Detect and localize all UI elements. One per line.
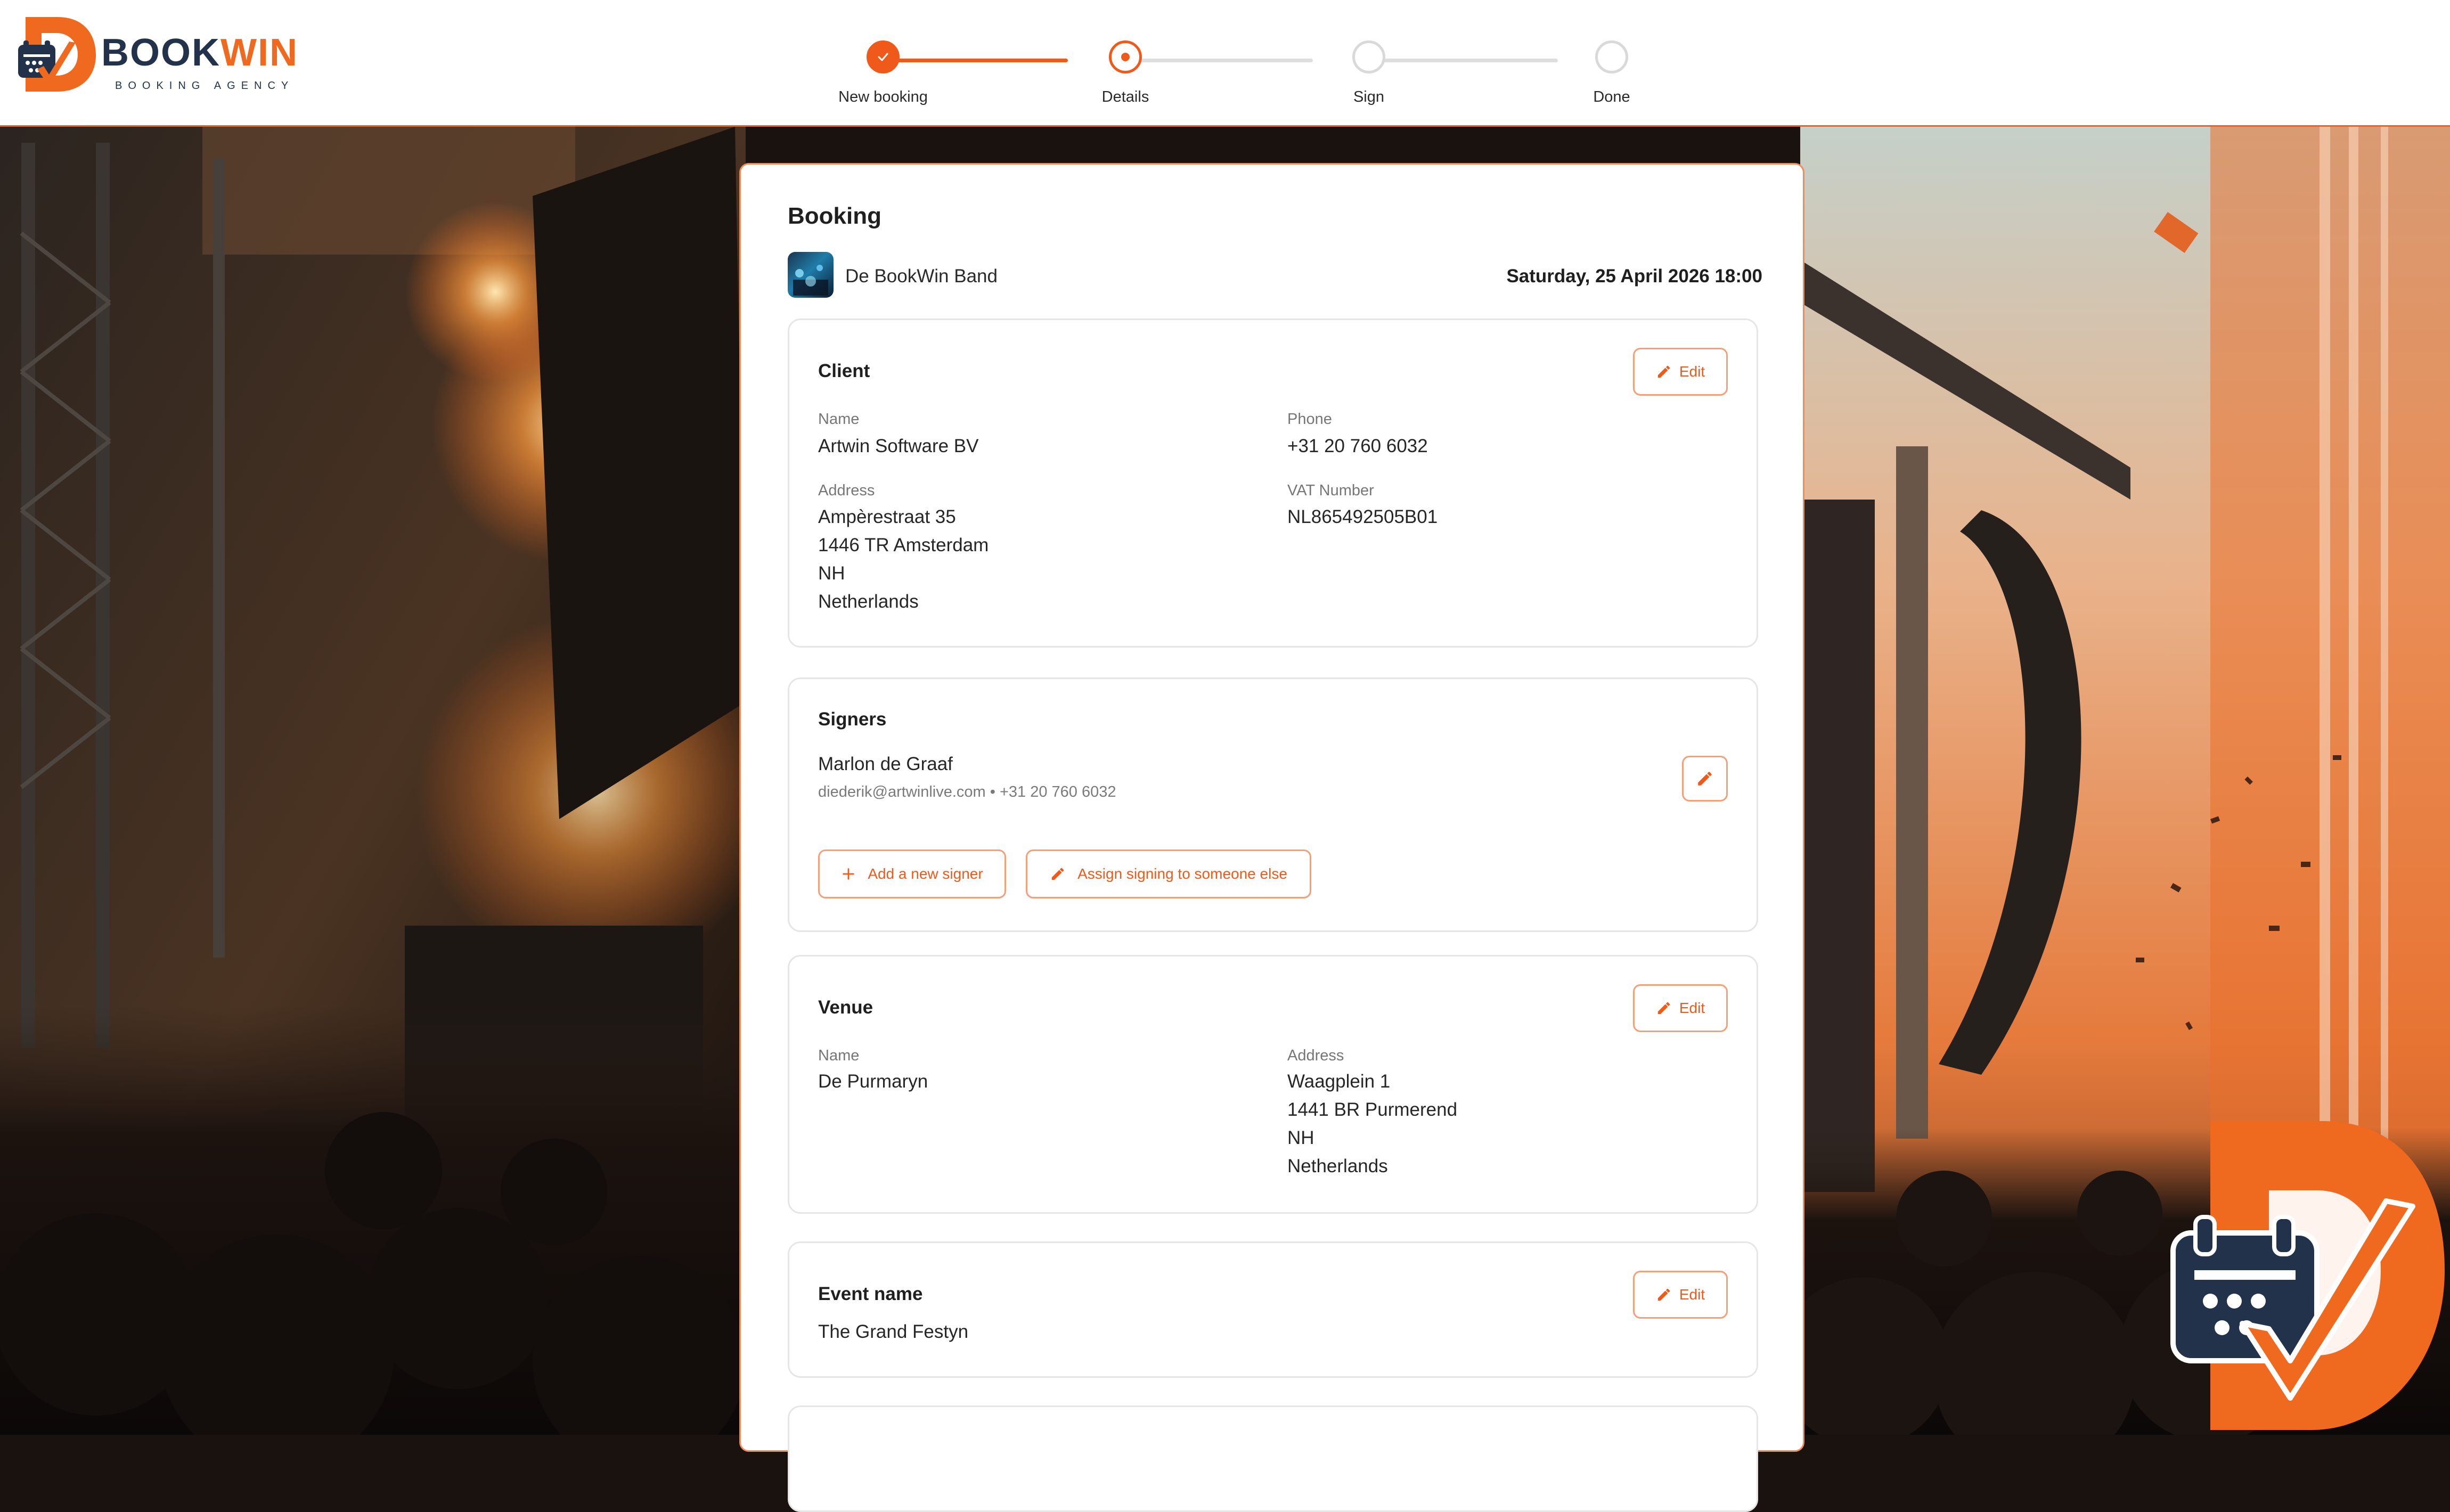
step-details[interactable]: Details	[1056, 37, 1195, 106]
section-title: Client	[818, 361, 870, 381]
edit-venue-button[interactable]: Edit	[1633, 984, 1728, 1032]
event-name: The Grand Festyn	[818, 1321, 969, 1342]
edit-label: Edit	[1679, 1000, 1705, 1016]
pencil-icon	[1657, 1288, 1670, 1301]
pencil-icon	[1698, 772, 1712, 786]
section-title: Event name	[818, 1284, 923, 1304]
pencil-icon	[1051, 868, 1064, 880]
artist-summary: De BookWin Band Saturday, 25 April 2026 …	[788, 252, 1762, 300]
check-icon	[867, 40, 900, 73]
brand-tagline: BOOKING AGENCY	[115, 80, 295, 92]
section-title: Signers	[818, 709, 887, 730]
upcoming-step-indicator	[1595, 40, 1628, 73]
artist-name: De BookWin Band	[845, 266, 998, 287]
pencil-icon	[1657, 365, 1670, 378]
pencil-icon	[1657, 1002, 1670, 1015]
signers-section: Signers Marlon de Graaf diederik@artwinl…	[788, 677, 1758, 932]
edit-label: Edit	[1679, 363, 1705, 380]
section-title: Venue	[818, 997, 873, 1018]
assign-signing-button[interactable]: Assign signing to someone else	[1026, 849, 1311, 898]
signer-name: Marlon de Graaf	[818, 754, 953, 774]
booking-details-card: Booking De BookWin Band Saturday, 25 Apr…	[739, 163, 1804, 1512]
next-section	[788, 1405, 1758, 1512]
assign-signing-label: Assign signing to someone else	[1077, 865, 1287, 882]
step-label: Done	[1593, 88, 1630, 105]
event-name-section: Event name Edit The Grand Festyn	[788, 1241, 1758, 1378]
venue-address-line-2: 1441 BR Purmerend	[1287, 1099, 1458, 1120]
step-label: Details	[1101, 88, 1149, 105]
bookwin-logo-mark-icon	[18, 17, 96, 92]
venue-name: De Purmaryn	[818, 1071, 928, 1092]
edit-signer-button[interactable]	[1682, 756, 1728, 802]
add-signer-button[interactable]: Add a new signer	[818, 849, 1006, 898]
page-title: Booking	[788, 203, 881, 229]
booking-stepper: New booking Details Sign Done	[831, 37, 1635, 112]
edit-label: Edit	[1679, 1286, 1705, 1303]
signer-contact: diederik@artwinlive.com • +31 20 760 603…	[818, 783, 1116, 800]
venue-address-line-4: Netherlands	[1287, 1156, 1388, 1176]
step-done[interactable]: Done	[1542, 37, 1681, 106]
edit-event-name-button[interactable]: Edit	[1633, 1271, 1728, 1319]
client-vat: NL865492505B01	[1287, 506, 1438, 527]
step-label: Sign	[1353, 88, 1385, 105]
client-address-line-1: Ampèrestraat 35	[818, 506, 956, 527]
plus-icon	[843, 868, 855, 880]
client-phone: +31 20 760 6032	[1287, 436, 1428, 456]
venue-address-label: Address	[1287, 1047, 1344, 1064]
client-address-line-2: 1446 TR Amsterdam	[818, 535, 989, 555]
step-label: New booking	[838, 88, 928, 105]
client-address-line-3: NH	[818, 563, 845, 584]
client-name-label: Name	[818, 411, 860, 428]
venue-section: Venue Edit Name De Purmaryn Address Waag…	[788, 955, 1758, 1214]
add-signer-label: Add a new signer	[868, 865, 983, 882]
step-sign[interactable]: Sign	[1300, 37, 1438, 106]
brand-wordmark: BOOKWIN	[101, 31, 298, 74]
client-vat-label: VAT Number	[1287, 482, 1374, 499]
edit-client-button[interactable]: Edit	[1633, 348, 1728, 396]
venue-address-line-1: Waagplein 1	[1287, 1071, 1391, 1092]
upcoming-step-indicator	[1352, 40, 1385, 73]
bookwin-corner-logo-icon	[2170, 1121, 2445, 1430]
step-new-booking[interactable]: New booking	[814, 37, 952, 106]
client-phone-label: Phone	[1287, 411, 1332, 428]
venue-address-line-3: NH	[1287, 1127, 1314, 1148]
venue-name-label: Name	[818, 1047, 860, 1064]
client-name: Artwin Software BV	[818, 436, 979, 456]
client-address-line-4: Netherlands	[818, 591, 919, 612]
artist-avatar	[788, 252, 834, 298]
client-section: Client Edit Name Artwin Software BV Phon…	[788, 318, 1758, 648]
client-address-label: Address	[818, 482, 875, 499]
top-header: BOOKWIN BOOKING AGENCY New booking Detai…	[0, 0, 2450, 127]
bookwin-logo[interactable]: BOOKWIN BOOKING AGENCY	[16, 12, 298, 97]
event-datetime: Saturday, 25 April 2026 18:00	[1506, 266, 1762, 287]
current-step-indicator	[1109, 40, 1142, 73]
